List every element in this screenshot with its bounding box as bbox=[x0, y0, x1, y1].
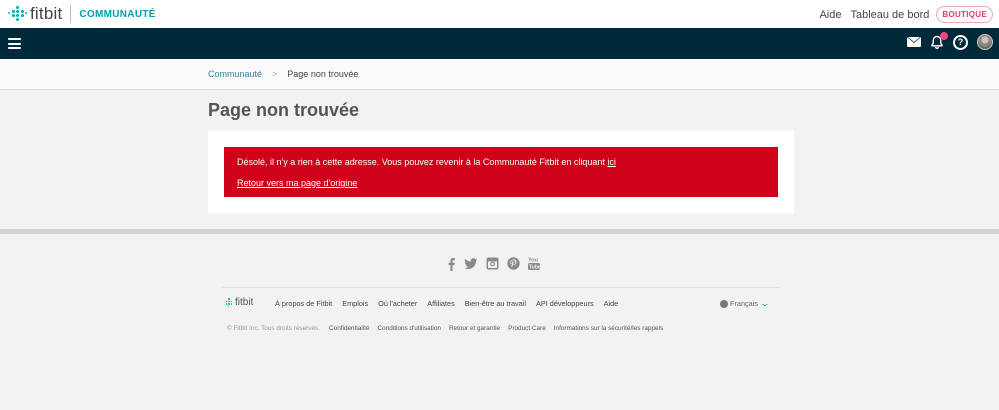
shop-button[interactable]: BOUTIQUE bbox=[936, 6, 993, 23]
chevron-down-icon: ⌄ bbox=[759, 298, 771, 308]
youtube-icon[interactable]: You Tube bbox=[528, 256, 541, 276]
legal-link-safety[interactable]: Informations sur la sécurité/les rappels bbox=[554, 325, 663, 332]
instagram-icon[interactable] bbox=[486, 257, 499, 275]
footer-divider bbox=[0, 229, 999, 234]
error-alert: Désolé, il n'y a rien à cette adresse. V… bbox=[224, 147, 778, 197]
svg-text:Tube: Tube bbox=[529, 265, 540, 271]
fitbit-logo[interactable]: fitbit COMMUNAUTÉ bbox=[8, 4, 156, 24]
fitbit-dots-icon bbox=[224, 298, 233, 307]
navbar-actions: ? bbox=[898, 32, 993, 50]
globe-icon bbox=[720, 299, 728, 308]
breadcrumb-bar: Communauté > Page non trouvée bbox=[0, 59, 999, 90]
breadcrumb-separator: > bbox=[272, 69, 278, 79]
breadcrumb: Communauté > Page non trouvée bbox=[208, 69, 358, 79]
legal-link-product-care[interactable]: Product Care bbox=[508, 325, 546, 332]
help-icon[interactable]: ? bbox=[953, 34, 968, 50]
mail-icon[interactable] bbox=[907, 37, 921, 47]
breadcrumb-home-link[interactable]: Communauté bbox=[208, 69, 262, 79]
avatar[interactable] bbox=[977, 34, 993, 50]
breadcrumb-current: Page non trouvée bbox=[287, 69, 359, 79]
top-links: Aide Tableau de bord BOUTIQUE bbox=[810, 6, 993, 23]
top-header: fitbit COMMUNAUTÉ Aide Tableau de bord B… bbox=[0, 0, 999, 28]
bell-icon[interactable] bbox=[930, 32, 948, 49]
facebook-icon[interactable] bbox=[446, 257, 456, 276]
footer-link-wellness[interactable]: Bien-être au travail bbox=[465, 299, 526, 308]
logo-divider bbox=[70, 5, 72, 23]
help-link[interactable]: Aide bbox=[819, 9, 841, 21]
footer-link-jobs[interactable]: Emplois bbox=[342, 299, 368, 308]
legal-link-terms[interactable]: Conditions d'utilisation bbox=[378, 325, 441, 332]
community-label[interactable]: COMMUNAUTÉ bbox=[79, 9, 155, 20]
pinterest-icon[interactable] bbox=[507, 257, 520, 275]
footer-fitbit-logo[interactable]: fitbit bbox=[224, 297, 253, 308]
footer-link-about[interactable]: À propos de Fitbit bbox=[275, 299, 332, 308]
alert-here-link[interactable]: ici bbox=[607, 157, 616, 167]
help-glyph: ? bbox=[957, 37, 964, 47]
copyright: © Fitbit Inc. Tous droits réservés. bbox=[227, 325, 321, 332]
footer-link-help[interactable]: Aide bbox=[604, 299, 619, 308]
footer-links: À propos de Fitbit Emplois Où l'acheter … bbox=[275, 299, 628, 308]
alert-text: Désolé, il n'y a rien à cette adresse. V… bbox=[237, 157, 605, 167]
fitbit-dots-icon bbox=[8, 5, 27, 23]
footer-link-affiliates[interactable]: Affiliates bbox=[427, 299, 454, 308]
svg-text:You: You bbox=[528, 258, 538, 264]
footer-link-api[interactable]: API développeurs bbox=[536, 299, 594, 308]
back-to-origin-link[interactable]: Retour vers ma page d'origine bbox=[237, 178, 778, 188]
notification-badge bbox=[940, 32, 948, 40]
footer-brand: fitbit bbox=[235, 297, 254, 308]
legal-link-privacy[interactable]: Confidentialité bbox=[329, 325, 370, 332]
dashboard-link[interactable]: Tableau de bord bbox=[850, 9, 929, 21]
page-title: Page non trouvée bbox=[208, 100, 360, 120]
language-label: Français bbox=[730, 299, 758, 308]
menu-icon[interactable] bbox=[8, 38, 21, 49]
alert-message: Désolé, il n'y a rien à cette adresse. V… bbox=[237, 157, 778, 167]
legal-links: © Fitbit Inc. Tous droits réservés. Conf… bbox=[227, 325, 671, 332]
language-selector[interactable]: Français ⌄ bbox=[720, 298, 771, 309]
main-navbar: ? bbox=[0, 28, 999, 59]
content-card: Désolé, il n'y a rien à cette adresse. V… bbox=[208, 131, 794, 213]
footer-link-where-to-buy[interactable]: Où l'acheter bbox=[378, 299, 417, 308]
twitter-icon[interactable] bbox=[464, 257, 478, 275]
footer-rule bbox=[222, 287, 780, 288]
legal-link-returns[interactable]: Retour et garantie bbox=[449, 325, 500, 332]
social-links: You Tube bbox=[446, 256, 548, 276]
brand-name: fitbit bbox=[30, 4, 63, 23]
